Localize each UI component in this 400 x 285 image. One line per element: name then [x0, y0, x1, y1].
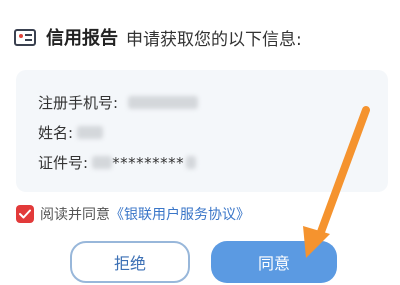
name-row: 姓名: — [38, 122, 104, 143]
phone-value-redacted — [128, 96, 199, 109]
page-header: 信用报告 申请获取您的以下信息: — [14, 22, 302, 52]
agree-button[interactable]: 同意 — [211, 241, 337, 283]
id-suffix-redacted — [186, 156, 197, 169]
id-card-icon — [14, 28, 36, 46]
id-label: 证件号: — [38, 154, 89, 172]
checkmark-icon — [19, 209, 31, 219]
consent-text: 阅读并同意 — [40, 207, 110, 223]
brand-title: 信用报告 — [46, 28, 118, 49]
id-masked-value: ********* — [112, 153, 185, 172]
request-text: 申请获取您的以下信息: — [126, 29, 302, 50]
consent-row: 阅读并同意 《银联用户服务协议》 — [16, 204, 250, 224]
name-label: 姓名: — [38, 124, 74, 142]
agreement-link[interactable]: 《银联用户服务协议》 — [110, 204, 250, 224]
phone-row: 注册手机号: — [38, 92, 199, 113]
id-row: 证件号: ********* — [38, 152, 197, 173]
reject-button[interactable]: 拒绝 — [70, 241, 190, 283]
consent-checkbox[interactable] — [16, 205, 34, 223]
name-value-redacted — [77, 126, 104, 139]
id-prefix-redacted — [92, 156, 113, 169]
info-panel: 注册手机号: 姓名: 证件号: ********* — [16, 70, 388, 192]
phone-label: 注册手机号: — [38, 94, 119, 112]
